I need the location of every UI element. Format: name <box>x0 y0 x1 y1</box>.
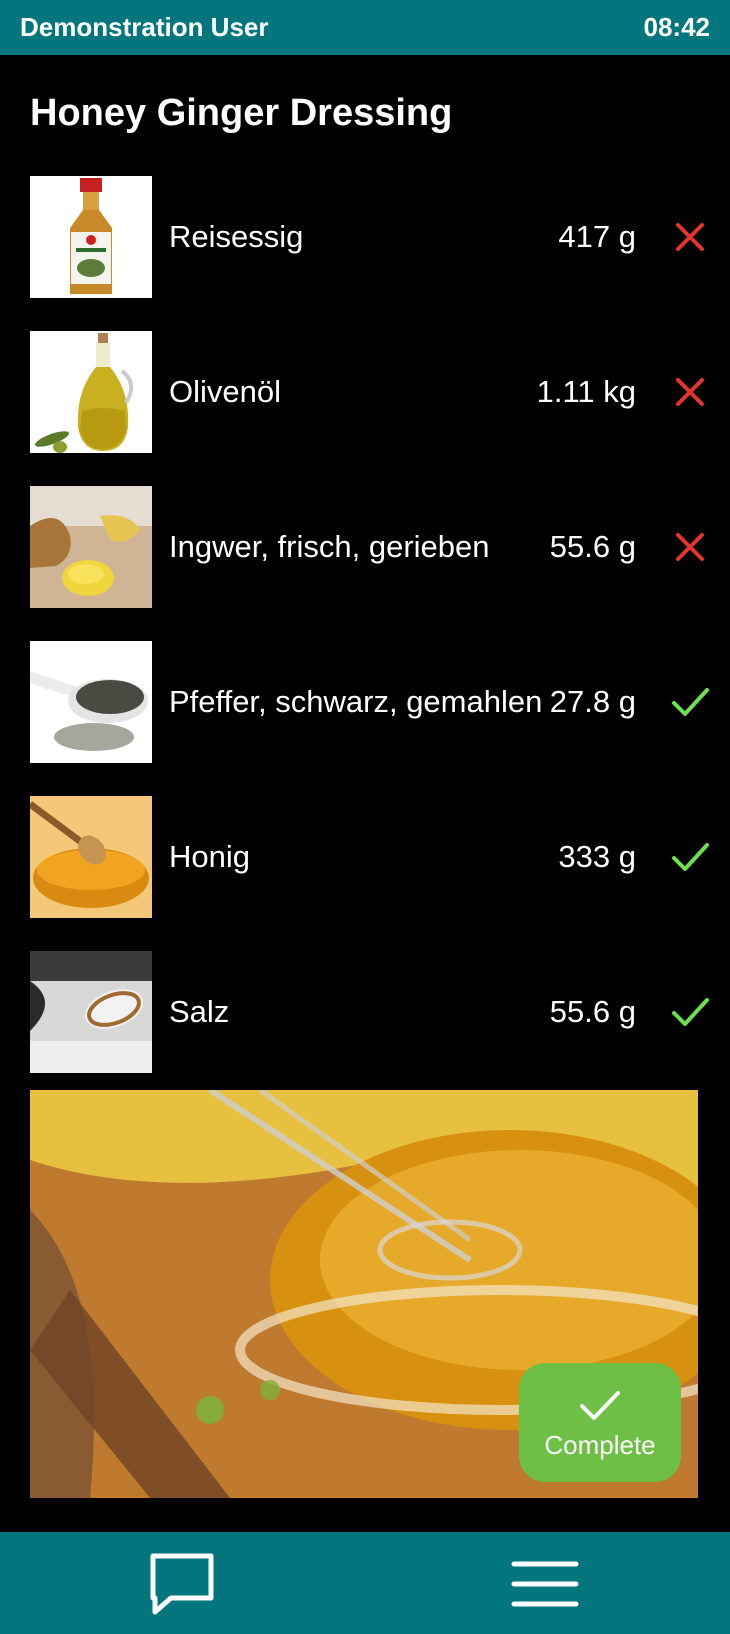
check-icon[interactable] <box>670 992 710 1032</box>
bottom-nav-bar <box>0 1532 730 1634</box>
ingredient-amount: 55.6 g <box>549 994 636 1029</box>
cross-icon[interactable] <box>670 527 710 567</box>
ingredient-name: Olivenöl <box>169 374 281 409</box>
ingredient-name: Ingwer, frisch, gerieben <box>169 529 490 564</box>
ingredient-amount: 27.8 g <box>549 684 636 719</box>
clock: 08:42 <box>643 12 711 42</box>
ginger-image <box>30 486 152 608</box>
check-icon[interactable] <box>670 837 710 877</box>
ingredient-row[interactable]: Reisessig 417 g <box>30 176 720 298</box>
user-name: Demonstration User <box>20 12 269 42</box>
ingredient-row[interactable]: Salz 55.6 g <box>30 951 720 1073</box>
ingredient-row[interactable]: Honig 333 g <box>30 796 720 918</box>
ingredient-amount: 1.11 kg <box>536 374 636 409</box>
complete-button[interactable]: Complete <box>519 1363 681 1482</box>
ingredient-name: Reisessig <box>169 219 304 254</box>
ingredient-amount: 417 g <box>558 219 636 254</box>
check-icon <box>580 1391 620 1420</box>
ingredient-amount: 333 g <box>558 839 636 874</box>
ingredient-name: Salz <box>169 994 230 1029</box>
honey-image <box>30 796 152 918</box>
pepper-image <box>30 641 152 763</box>
status-bar: Demonstration User 08:42 <box>0 0 730 55</box>
cross-icon[interactable] <box>670 217 710 257</box>
ingredient-amount: 55.6 g <box>549 529 636 564</box>
chat-icon[interactable] <box>147 1550 217 1618</box>
ingredient-row[interactable]: Olivenöl 1.11 kg <box>30 331 720 453</box>
recipe-title: Honey Ginger Dressing <box>30 92 453 134</box>
ingredient-row[interactable]: Ingwer, frisch, gerieben 55.6 g <box>30 486 720 608</box>
ingredient-name: Pfeffer, schwarz, gemahlen <box>169 684 543 719</box>
check-icon[interactable] <box>670 682 710 722</box>
salt-image <box>30 951 152 1073</box>
menu-icon[interactable] <box>510 1550 580 1618</box>
olive-oil-image <box>30 331 152 453</box>
cross-icon[interactable] <box>670 372 710 412</box>
ingredient-row[interactable]: Pfeffer, schwarz, gemahlen 27.8 g <box>30 641 720 763</box>
ingredient-name: Honig <box>169 839 250 874</box>
rice-vinegar-bottle-image <box>30 176 152 298</box>
complete-button-label: Complete <box>544 1430 656 1460</box>
